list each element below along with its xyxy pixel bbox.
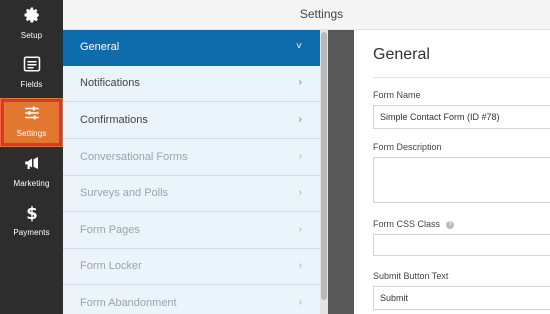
- chevron-right-icon: ›: [298, 224, 302, 235]
- section-general[interactable]: General ˅: [63, 30, 320, 66]
- section-label: Surveys and Polls: [80, 187, 169, 199]
- sidebar-item-fields[interactable]: Fields: [0, 49, 63, 98]
- section-label: Form Abandonment: [80, 297, 177, 309]
- settings-section-list: General ˅ Notifications › Confirmations …: [63, 30, 320, 314]
- section-label: General: [80, 41, 120, 53]
- submit-button-text-input[interactable]: Submit: [373, 286, 550, 310]
- section-conversational-forms[interactable]: Conversational Forms ›: [63, 140, 320, 176]
- sidebar-item-label: Setup: [20, 31, 43, 40]
- gear-icon: [0, 6, 63, 26]
- submit-button-text-label: Submit Button Text: [373, 271, 449, 281]
- panel-divider: [328, 30, 354, 314]
- svg-text:$: $: [26, 204, 37, 223]
- fields-icon: [0, 55, 63, 75]
- top-bar: Settings: [63, 0, 550, 30]
- section-label: Notifications: [80, 77, 140, 89]
- dollar-icon: $: [0, 203, 63, 223]
- section-surveys-and-polls[interactable]: Surveys and Polls ›: [63, 176, 320, 212]
- sidebar-item-setup[interactable]: Setup: [0, 0, 63, 49]
- form-css-class-label-text: Form CSS Class: [373, 219, 441, 229]
- megaphone-icon: [0, 154, 63, 174]
- section-form-abandonment[interactable]: Form Abandonment ›: [63, 286, 320, 314]
- section-form-pages[interactable]: Form Pages ›: [63, 213, 320, 249]
- form-css-class-input[interactable]: [373, 234, 550, 256]
- form-description-label: Form Description: [373, 142, 442, 152]
- form-name-label: Form Name: [373, 90, 421, 100]
- sidebar-item-payments[interactable]: $ Payments: [0, 197, 63, 246]
- sidebar-item-label: Settings: [16, 129, 47, 138]
- section-label: Confirmations: [80, 114, 148, 126]
- form-name-input[interactable]: Simple Contact Form (ID #78): [373, 105, 550, 129]
- sidebar-item-label: Marketing: [13, 179, 50, 188]
- chevron-right-icon: ›: [298, 187, 302, 198]
- sidebar-item-marketing[interactable]: Marketing: [0, 148, 63, 197]
- heading-divider: [373, 77, 550, 78]
- section-notifications[interactable]: Notifications ›: [63, 66, 320, 102]
- section-label: Form Locker: [80, 260, 142, 272]
- sidebar-item-label: Payments: [13, 228, 50, 237]
- chevron-right-icon: ›: [298, 114, 302, 125]
- section-form-locker[interactable]: Form Locker ›: [63, 249, 320, 285]
- sliders-icon: [0, 104, 63, 124]
- help-icon[interactable]: ?: [446, 220, 455, 229]
- sidebar-item-settings[interactable]: Settings: [0, 98, 63, 147]
- page-title: Settings: [299, 7, 344, 21]
- general-settings-form: General Form Name Simple Contact Form (I…: [354, 30, 550, 314]
- panel-scrollbar-thumb[interactable]: [321, 32, 327, 300]
- form-description-textarea[interactable]: [373, 157, 550, 203]
- section-heading: General: [373, 46, 430, 63]
- section-confirmations[interactable]: Confirmations ›: [63, 103, 320, 139]
- form-css-class-label: Form CSS Class?: [373, 219, 455, 229]
- chevron-right-icon: ›: [298, 260, 302, 271]
- chevron-right-icon: ›: [298, 151, 302, 162]
- section-label: Conversational Forms: [80, 151, 188, 163]
- builder-sidebar: Setup Fields Settings Marketing $ Paymen…: [0, 0, 63, 314]
- sidebar-item-label: Fields: [20, 80, 43, 89]
- chevron-right-icon: ›: [298, 77, 302, 88]
- section-label: Form Pages: [80, 224, 140, 236]
- chevron-right-icon: ›: [298, 297, 302, 308]
- chevron-down-icon: ˅: [296, 41, 302, 52]
